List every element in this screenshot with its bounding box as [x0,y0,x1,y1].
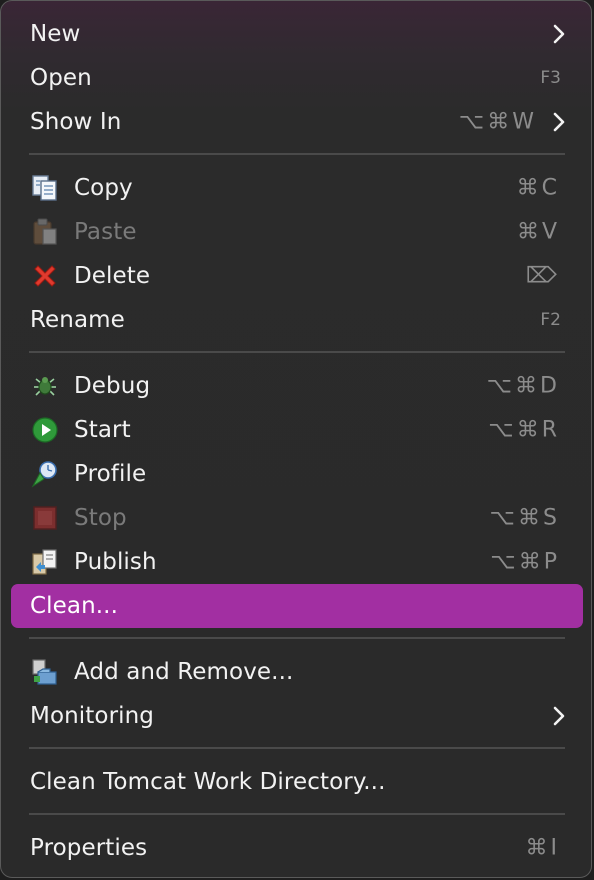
chevron-right-icon [553,112,565,132]
menu-item-label: Stop [74,505,127,531]
menu-item-label: Monitoring [30,703,154,729]
menu-item-delete[interactable]: Delete ⌦ [11,254,583,298]
menu-item-label: Clean... [30,593,119,619]
stop-icon [33,506,57,530]
menu-item-copy[interactable]: Copy ⌘C [11,166,583,210]
menu-item-label: Profile [74,461,147,487]
menu-item-label: Show In [30,109,122,135]
menu-separator [29,813,565,815]
menu-separator [29,351,565,353]
menu-item-publish[interactable]: Publish ⌥⌘P [11,540,583,584]
publish-icon [32,549,57,575]
menu-item-add-and-remove[interactable]: Add and Remove... [11,650,583,694]
menu-item-label: Clean Tomcat Work Directory... [30,769,386,795]
profile-icon [31,461,57,488]
shortcut-label: ⌥⌘P [490,549,560,575]
shortcut-label: ⌥⌘W [458,109,537,135]
menu-item-label: Delete [74,263,151,289]
menu-item-stop[interactable]: Stop ⌥⌘S [11,496,583,540]
menu-item-clean[interactable]: Clean... [11,584,583,628]
shortcut-label: ⌥⌘D [486,373,560,399]
shortcut-label: ⌘C [516,175,560,201]
shortcut-label: ⌥⌘S [489,505,560,531]
play-icon [32,417,58,443]
delete-x-icon [34,265,56,287]
menu-item-label: Properties [30,835,148,861]
shortcut-label: F3 [540,68,561,88]
menu-item-label: Publish [74,549,157,575]
menu-item-paste[interactable]: Paste ⌘V [11,210,583,254]
copy-icon [32,175,57,201]
bug-icon [34,377,56,396]
shortcut-label: ⌦ [525,263,560,289]
menu-item-label: Debug [74,373,151,399]
menu-item-label: Copy [74,175,133,201]
menu-separator [29,153,565,155]
menu-separator [29,637,565,639]
menu-item-label: Rename [30,307,125,333]
menu-item-label: Paste [74,219,137,245]
chevron-right-icon [553,24,565,44]
menu-item-label: Open [30,65,92,91]
menu-item-clean-tomcat-work-directory[interactable]: Clean Tomcat Work Directory... [11,760,583,804]
menu-item-label: New [30,21,81,47]
menu-item-label: Start [74,417,131,443]
shortcut-label: F2 [540,310,561,330]
menu-item-open[interactable]: Open F3 [11,56,583,100]
menu-item-profile[interactable]: Profile [11,452,583,496]
context-menu: New Open F3 Show In ⌥⌘W Copy ⌘C Paste ⌘V… [0,0,592,878]
menu-item-monitoring[interactable]: Monitoring [11,694,583,738]
menu-item-debug[interactable]: Debug ⌥⌘D [11,364,583,408]
paste-icon [33,218,57,245]
shortcut-label: ⌘I [525,835,560,861]
menu-item-label: Add and Remove... [74,659,294,685]
menu-item-properties[interactable]: Properties ⌘I [11,826,583,870]
menu-item-rename[interactable]: Rename F2 [11,298,583,342]
menu-item-show-in[interactable]: Show In ⌥⌘W [11,100,583,144]
shortcut-label: ⌥⌘R [488,417,560,443]
shortcut-label: ⌘V [516,219,560,245]
menu-separator [29,747,565,749]
menu-item-new[interactable]: New [11,12,583,56]
chevron-right-icon [553,706,565,726]
add-remove-icon [32,659,57,685]
menu-item-start[interactable]: Start ⌥⌘R [11,408,583,452]
